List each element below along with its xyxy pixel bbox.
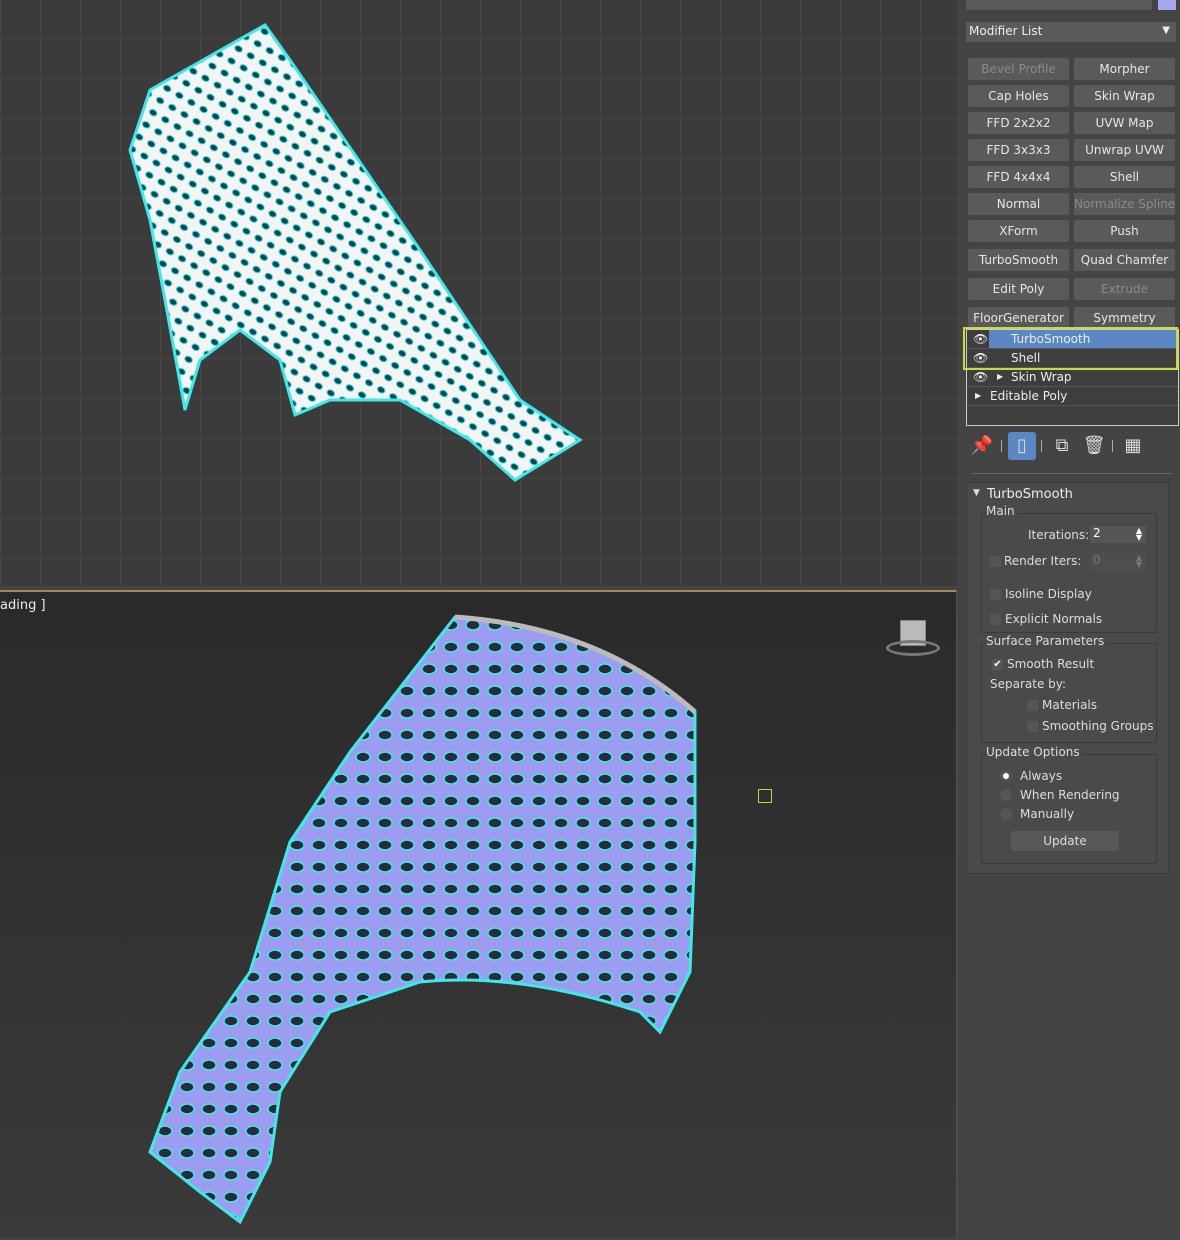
turbosmooth-rollout: ▼ TurboSmooth Main Iterations: 2 ▲ ▼ Rende…: [966, 482, 1169, 874]
modifier-button-xform[interactable]: XForm: [968, 220, 1069, 242]
show-end-result-icon[interactable]: ▯: [1008, 432, 1036, 460]
top-viewport[interactable]: [0, 0, 957, 586]
eye-icon[interactable]: 👁: [973, 368, 988, 386]
modifier-button-turbosmooth[interactable]: TurboSmooth: [968, 249, 1069, 271]
collapse-arrow-icon[interactable]: ▼: [973, 488, 980, 498]
render-iters-checkbox[interactable]: [990, 556, 1001, 567]
stack-item-label: TurboSmooth: [989, 330, 1178, 348]
render-iters-spinner[interactable]: 0 ▲ ▼: [1090, 553, 1146, 570]
modifier-button-unwrap-uvw[interactable]: Unwrap UVW: [1074, 139, 1175, 161]
command-panel: Modifier List ▼ Bevel Profile Morpher Cap H…: [958, 0, 1180, 1238]
modifier-button-ffd-4x4x4[interactable]: FFD 4x4x4: [968, 166, 1069, 188]
shaded-mesh: [148, 614, 697, 1225]
modifier-button-ffd-2x2x2[interactable]: FFD 2x2x2: [968, 112, 1069, 134]
main-group: Main Iterations: 2 ▲ ▼ Render Iters: 0 ▲ ▼ I…: [981, 504, 1157, 633]
smooth-result-checkbox[interactable]: ✔: [992, 659, 1003, 670]
configure-sets-icon[interactable]: ▦: [1119, 432, 1147, 460]
object-name-field[interactable]: [966, 0, 1152, 10]
make-unique-icon[interactable]: ⧉: [1048, 432, 1076, 460]
rollout-title[interactable]: TurboSmooth: [987, 487, 1073, 502]
pivot-marker: [758, 789, 772, 803]
group-label: Main: [986, 504, 1017, 518]
object-color-swatch[interactable]: [1158, 0, 1176, 10]
manually-radio[interactable]: [1000, 808, 1012, 820]
expand-arrow-icon[interactable]: ▶: [997, 368, 1003, 386]
iterations-label: Iterations:: [1028, 528, 1090, 542]
modifier-button-morpher[interactable]: Morpher: [1074, 58, 1175, 80]
modifier-button-shell[interactable]: Shell: [1074, 166, 1175, 188]
modifier-button-normalize-spline[interactable]: Normalize Spline: [1074, 193, 1175, 215]
stack-item-skin-wrap[interactable]: 👁 ▶ Skin Wrap: [967, 368, 1178, 387]
stack-item-shell[interactable]: 👁 Shell: [967, 349, 1178, 368]
trash-icon[interactable]: 🗑: [1080, 432, 1108, 460]
modifier-button-bevel-profile[interactable]: Bevel Profile: [968, 58, 1069, 80]
render-iters-value: 0: [1093, 553, 1101, 567]
render-iters-label: Render Iters:: [1004, 554, 1082, 568]
wireframe-mesh: [128, 23, 583, 482]
isoline-display-checkbox[interactable]: [990, 589, 1001, 600]
materials-checkbox[interactable]: [1027, 700, 1038, 711]
iterations-value: 2: [1093, 526, 1101, 540]
modifier-list-label: Modifier List: [969, 24, 1043, 38]
viewcube-icon[interactable]: [886, 618, 940, 660]
divider: [972, 473, 1172, 474]
separate-by-label: Separate by:: [990, 677, 1067, 691]
update-button[interactable]: Update: [1011, 831, 1119, 851]
surface-parameters-group: Surface Parameters ✔ Smooth Result Separ…: [981, 634, 1157, 743]
modifier-button-edit-poly[interactable]: Edit Poly: [968, 278, 1069, 300]
stack-item-turbosmooth[interactable]: 👁 TurboSmooth: [967, 330, 1178, 349]
modifier-buttons: Bevel Profile Morpher Cap Holes Skin Wrap FF…: [968, 58, 1176, 329]
eye-icon[interactable]: 👁: [973, 349, 988, 367]
eye-icon[interactable]: 👁: [973, 330, 988, 348]
modifier-stack: 👁 TurboSmooth 👁 Shell 👁 ▶ Skin Wrap ▶ Editabl…: [966, 329, 1179, 426]
modifier-button-extrude[interactable]: Extrude: [1074, 278, 1175, 300]
explicit-normals-checkbox[interactable]: [990, 614, 1001, 625]
modifier-button-push[interactable]: Push: [1074, 220, 1175, 242]
modifier-button-floorgenerator[interactable]: FloorGenerator: [968, 307, 1069, 329]
smoothing-groups-checkbox[interactable]: [1027, 721, 1038, 732]
modifier-button-symmetry[interactable]: Symmetry: [1074, 307, 1175, 329]
perspective-viewport[interactable]: ading ]: [0, 590, 957, 1238]
modifier-list-dropdown[interactable]: Modifier List ▼: [966, 22, 1176, 42]
group-label: Surface Parameters: [986, 634, 1107, 648]
isoline-display-label: Isoline Display: [1005, 587, 1092, 601]
modifier-button-quad-chamfer[interactable]: Quad Chamfer: [1074, 249, 1175, 271]
manually-label: Manually: [1020, 807, 1075, 821]
stack-item-label: Shell: [1011, 351, 1041, 365]
materials-label: Materials: [1042, 698, 1098, 712]
stack-item-label: Editable Poly: [990, 389, 1068, 403]
stack-item-label: Skin Wrap: [1011, 370, 1072, 384]
modifier-button-normal[interactable]: Normal: [968, 193, 1069, 215]
when-rendering-label: When Rendering: [1020, 788, 1120, 802]
smoothing-groups-label: Smoothing Groups: [1042, 719, 1154, 733]
always-label: Always: [1020, 769, 1063, 783]
modifier-button-skin-wrap[interactable]: Skin Wrap: [1074, 85, 1175, 107]
stack-toolbar: 📌 ▯ ⧉ 🗑 ▦: [968, 432, 1173, 460]
modifier-button-ffd-3x3x3[interactable]: FFD 3x3x3: [968, 139, 1069, 161]
when-rendering-radio[interactable]: [1000, 789, 1012, 801]
stack-item-editable-poly[interactable]: ▶ Editable Poly: [967, 387, 1178, 406]
chevron-down-icon: ▼: [1162, 25, 1170, 36]
group-label: Update Options: [986, 745, 1082, 759]
expand-arrow-icon[interactable]: ▶: [975, 387, 981, 405]
explicit-normals-label: Explicit Normals: [1005, 612, 1103, 626]
smooth-result-label: Smooth Result: [1007, 657, 1095, 671]
modifier-button-uvw-map[interactable]: UVW Map: [1074, 112, 1175, 134]
always-radio[interactable]: [1000, 770, 1012, 782]
iterations-spinner[interactable]: 2 ▲ ▼: [1090, 526, 1146, 543]
modifier-button-cap-holes[interactable]: Cap Holes: [968, 85, 1069, 107]
pin-stack-icon[interactable]: 📌: [968, 432, 996, 460]
